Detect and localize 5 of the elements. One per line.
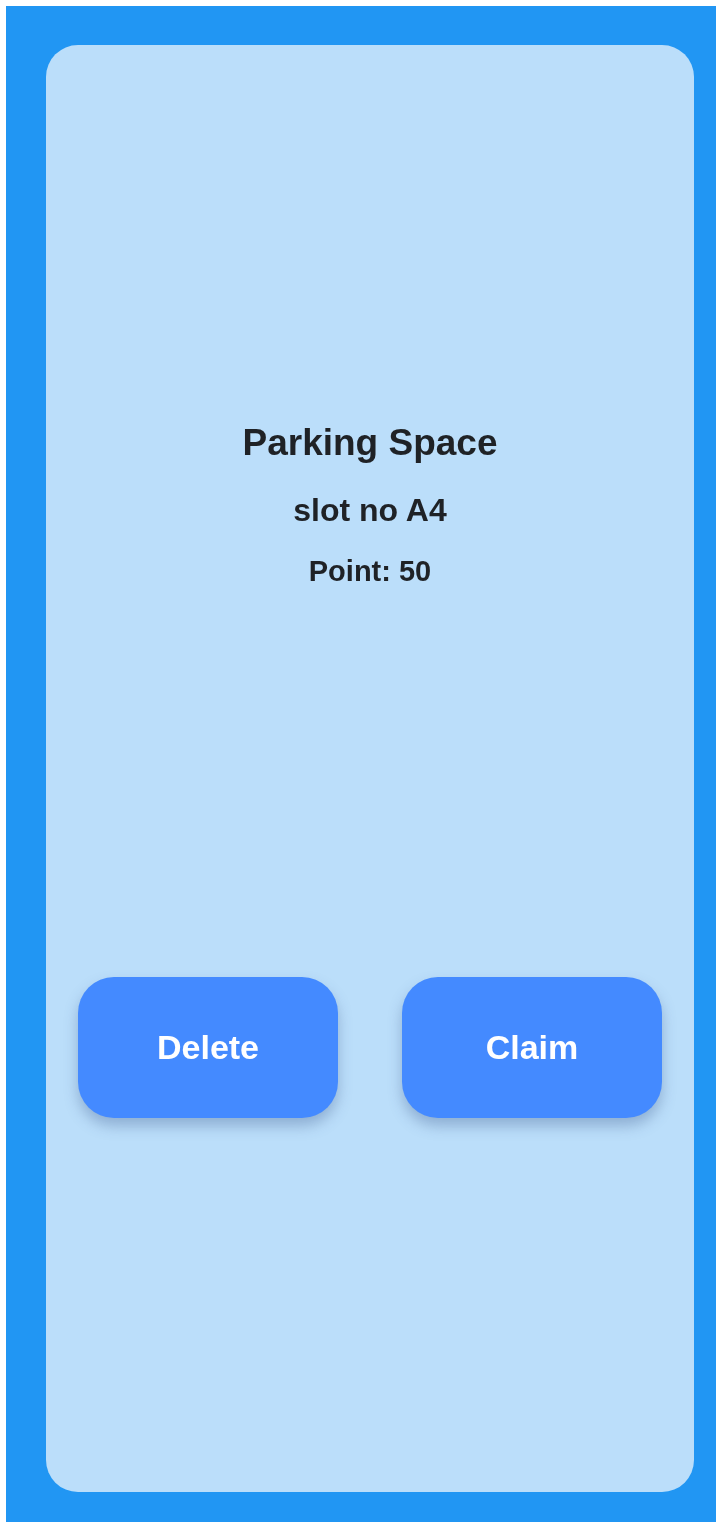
points-label: Point: 50 — [308, 554, 432, 589]
card-title: Parking Space — [242, 421, 498, 465]
action-button[interactable]: Delete — [78, 977, 338, 1118]
action-button[interactable]: Claim — [402, 977, 662, 1118]
slot-label: slot no A4 — [293, 491, 447, 530]
